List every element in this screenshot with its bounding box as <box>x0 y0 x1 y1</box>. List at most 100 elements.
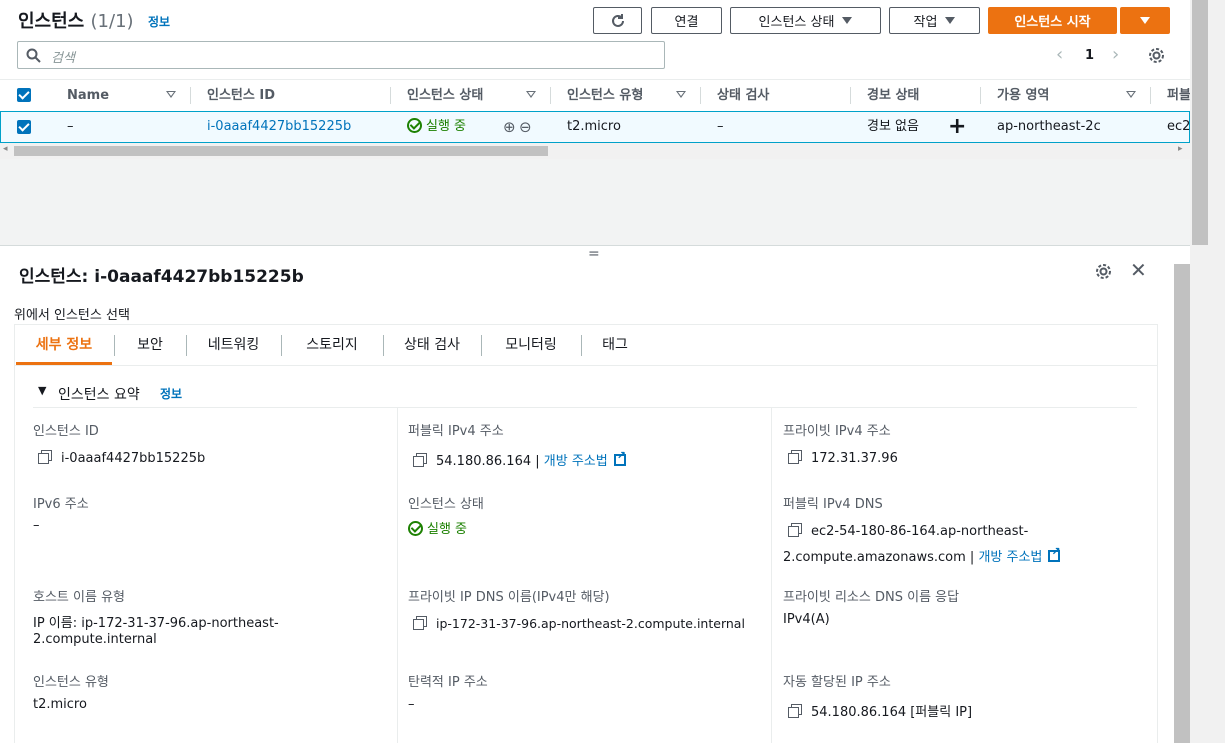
row-instance-type: t2.micro <box>567 119 621 134</box>
launch-options-dropdown[interactable] <box>1120 7 1170 34</box>
private-ipv4-value: 172.31.37.96 <box>788 450 898 466</box>
private-resource-dns-value: IPv4(A) <box>783 612 830 627</box>
copy-icon[interactable] <box>413 616 427 630</box>
ipv6-label: IPv6 주소 <box>33 497 89 512</box>
actions-dropdown[interactable]: 작업 <box>889 7 980 34</box>
instance-type-label: 인스턴스 유형 <box>33 675 109 690</box>
refresh-button[interactable] <box>593 7 642 34</box>
success-icon <box>407 118 422 133</box>
column-header-name[interactable]: Name <box>67 80 109 111</box>
tab-storage[interactable]: 스토리지 <box>282 325 382 365</box>
caret-down-icon <box>842 17 853 24</box>
open-address-link[interactable]: 개방 주소법 <box>544 454 608 469</box>
section-title[interactable]: 인스턴스 요약 <box>58 384 140 404</box>
scroll-left-icon[interactable]: ◂ <box>3 144 8 154</box>
copy-icon[interactable] <box>788 523 802 537</box>
column-header-alarm-status[interactable]: 경보 상태 <box>867 80 919 111</box>
launch-instance-button[interactable]: 인스턴스 시작 <box>988 7 1117 34</box>
tab-status-checks[interactable]: 상태 검사 <box>384 325 480 365</box>
tab-networking[interactable]: 네트워킹 <box>187 325 280 365</box>
open-address-link[interactable]: 개방 주소법 <box>978 550 1042 565</box>
row-instance-state: 실행 중 <box>407 112 466 142</box>
auto-ip-value: 54.180.86.164 [퍼블릭 IP] <box>788 701 972 720</box>
section-info-link[interactable]: 정보 <box>160 385 182 402</box>
select-all-checkbox[interactable] <box>17 88 31 102</box>
instance-state-dropdown[interactable]: 인스턴스 상태 <box>730 7 881 34</box>
public-dns-value: ec2-54-180-86-164.ap-northeast- <box>788 523 1028 539</box>
page-scrollbar[interactable] <box>1174 0 1225 743</box>
row-status-check: – <box>717 119 724 134</box>
scrollbar-thumb[interactable] <box>14 146 548 156</box>
sort-icon[interactable] <box>526 91 536 98</box>
page-title: 인스턴스 (1/1) <box>18 11 134 32</box>
tab-details[interactable]: 세부 정보 <box>16 325 112 365</box>
info-link[interactable]: 정보 <box>148 13 170 30</box>
page-number[interactable]: 1 <box>1085 48 1094 63</box>
auto-ip-label: 자동 할당된 IP 주소 <box>783 675 891 690</box>
zoom-out-icon[interactable]: ⊖ <box>519 112 532 142</box>
add-alarm-icon[interactable]: + <box>948 112 966 142</box>
horizontal-scrollbar[interactable]: ◂ ▸ <box>0 143 1190 159</box>
search-icon <box>26 48 41 63</box>
column-header-public[interactable]: 퍼블 <box>1167 80 1191 111</box>
hostname-type-value: IP 이름: ip-172-31-37-96.ap-northeast- <box>33 616 279 631</box>
copy-icon[interactable] <box>38 450 52 464</box>
row-name: – <box>67 119 74 134</box>
external-link-icon[interactable] <box>1048 545 1061 562</box>
sort-icon[interactable] <box>676 91 686 98</box>
collapse-caret-icon[interactable]: ▼ <box>38 384 46 397</box>
tab-security[interactable]: 보안 <box>115 325 185 365</box>
detail-scrollbar-thumb[interactable] <box>1174 264 1190 743</box>
row-alarm-status: 경보 없음 <box>867 119 919 134</box>
public-dns-label: 퍼블릭 IPv4 DNS <box>783 497 883 512</box>
success-icon <box>408 521 423 536</box>
search-input[interactable]: 검색 <box>17 41 665 69</box>
refresh-icon <box>611 13 624 27</box>
page-scrollbar-thumb[interactable] <box>1192 0 1208 245</box>
instance-id-value: i-0aaaf4427bb15225b <box>38 450 205 466</box>
gear-icon[interactable] <box>1095 263 1112 280</box>
hostname-type-value-continued: 2.compute.internal <box>33 632 157 647</box>
next-page-icon[interactable]: › <box>1112 44 1119 65</box>
private-resource-dns-label: 프라이빗 리소스 DNS 이름 응답 <box>783 590 960 605</box>
row-availability-zone: ap-northeast-2c <box>997 119 1101 134</box>
connect-button[interactable]: 연결 <box>651 7 722 34</box>
details-title: 인스턴스: i-0aaaf4427bb15225b <box>19 267 304 287</box>
details-subtitle: 위에서 인스턴스 선택 <box>14 308 130 323</box>
tab-monitoring[interactable]: 모니터링 <box>482 325 580 365</box>
instance-count: (1/1) <box>90 11 134 32</box>
scroll-right-icon[interactable]: ▸ <box>1178 144 1183 154</box>
prev-page-icon[interactable]: ‹ <box>1056 44 1063 65</box>
row-checkbox[interactable] <box>17 120 31 134</box>
zoom-in-icon[interactable]: ⊕ <box>503 112 516 142</box>
copy-icon[interactable] <box>413 453 427 467</box>
elastic-ip-label: 탄력적 IP 주소 <box>408 675 488 690</box>
caret-down-icon <box>1140 17 1150 24</box>
instance-id-label: 인스턴스 ID <box>33 424 99 439</box>
drag-handle-icon[interactable]: = <box>588 246 600 262</box>
column-header-instance-state[interactable]: 인스턴스 상태 <box>407 80 483 111</box>
close-icon[interactable]: ✕ <box>1130 258 1147 282</box>
copy-icon[interactable] <box>788 704 802 718</box>
column-header-instance-type[interactable]: 인스턴스 유형 <box>567 80 643 111</box>
public-dns-value-continued: 2.compute.amazonaws.com | 개방 주소법 <box>783 545 1061 565</box>
copy-icon[interactable] <box>788 450 802 464</box>
external-link-icon[interactable] <box>613 449 626 466</box>
column-header-availability-zone[interactable]: 가용 영역 <box>997 80 1049 111</box>
instance-type-value: t2.micro <box>33 697 87 712</box>
gear-icon[interactable] <box>1148 47 1165 64</box>
row-instance-id-link[interactable]: i-0aaaf4427bb15225b <box>207 112 351 142</box>
column-header-status-check[interactable]: 상태 검사 <box>717 80 769 111</box>
private-dns-value: ip-172-31-37-96.ap-northeast-2.compute.i… <box>413 616 745 631</box>
caret-down-icon <box>945 17 956 24</box>
elastic-ip-value: – <box>408 697 415 712</box>
public-ipv4-label: 퍼블릭 IPv4 주소 <box>408 424 504 439</box>
row-public: ec2 <box>1167 119 1191 134</box>
sort-icon[interactable] <box>166 91 176 98</box>
sort-icon[interactable] <box>1126 91 1136 98</box>
column-header-instance-id[interactable]: 인스턴스 ID <box>207 80 275 111</box>
instance-state-value: 실행 중 <box>408 518 467 537</box>
search-placeholder: 검색 <box>51 51 75 66</box>
tab-tags[interactable]: 태그 <box>582 325 648 365</box>
ipv6-value: – <box>33 518 40 533</box>
